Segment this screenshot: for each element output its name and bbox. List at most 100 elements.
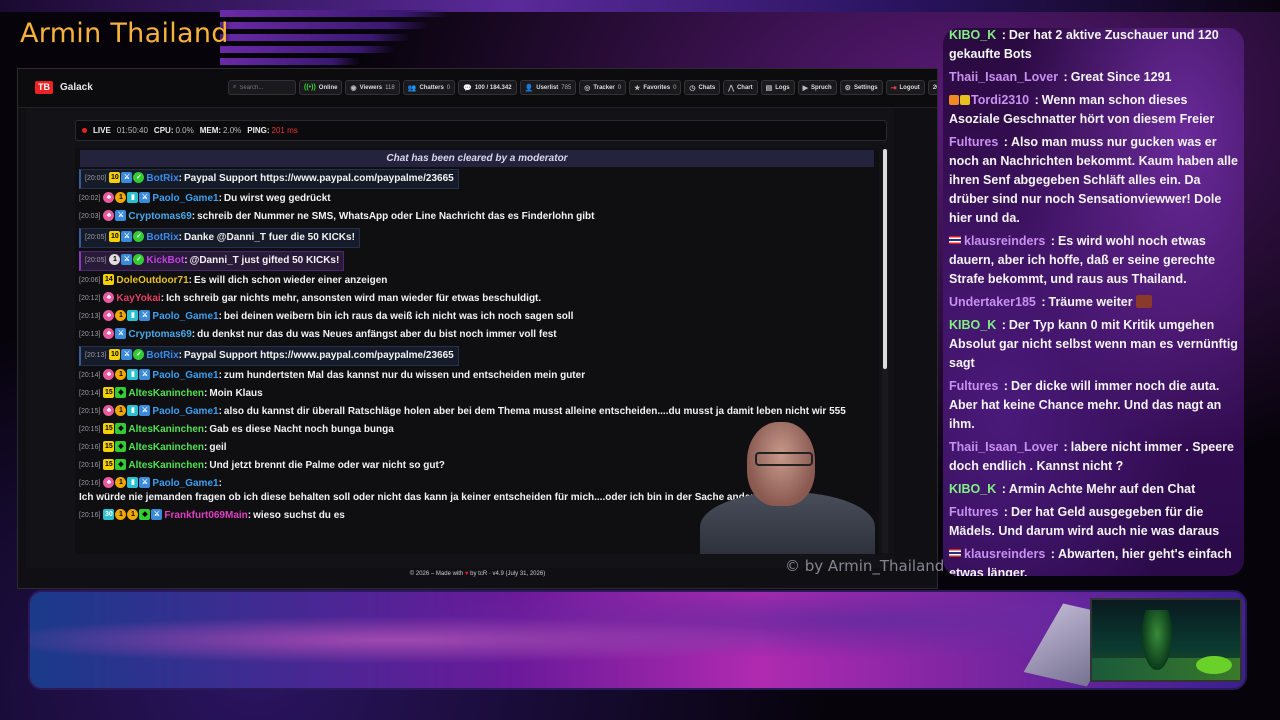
- nav-button-logs[interactable]: ▤ Logs: [760, 80, 795, 95]
- brand-name[interactable]: Galack: [60, 82, 93, 93]
- overlay-chat-list: KIBO_K : Der hat 2 aktive Zuschauer und 1…: [949, 28, 1241, 576]
- verify-badge-icon: ✓: [133, 254, 145, 265]
- overlay-chat-message: klausreinders : Abwarten, hier geht's ein…: [949, 545, 1241, 576]
- nav-button-online[interactable]: ((•)) Online: [299, 80, 343, 95]
- og-badge-icon: 1: [115, 405, 127, 416]
- message-username[interactable]: BotRix: [146, 172, 182, 186]
- cyan-badge-icon: ▮: [127, 405, 139, 416]
- scrollbar-thumb[interactable]: [883, 149, 887, 369]
- stream-watermark: © by Armin_Thailand: [785, 557, 945, 575]
- user-badges: ♣ 1 ▮ ⚔: [103, 477, 151, 488]
- overlay-chat-message: Thaii_Isaan_Lover : Great Since 1291: [949, 68, 1241, 87]
- message-username[interactable]: KayYokai: [116, 292, 164, 306]
- overlay-username: KIBO_K: [949, 482, 997, 496]
- overlay-message-text: Träume weiter: [1048, 295, 1133, 309]
- message-timestamp: [20:13]: [79, 313, 101, 320]
- nav-button-eye[interactable]: ◉ Viewers 118: [345, 80, 400, 95]
- search-box[interactable]: ⌕: [228, 80, 296, 95]
- nav-button-count: 0: [673, 84, 677, 91]
- lvl-badge-icon: 14: [103, 274, 115, 285]
- message-username[interactable]: KickBot: [146, 254, 187, 268]
- verify-badge-icon: ✓: [133, 172, 145, 183]
- user-badges: 14: [103, 274, 115, 285]
- nav-button-label: Viewers: [359, 84, 383, 91]
- message-username[interactable]: AltesKaninchen: [128, 387, 207, 401]
- nav-button-clock[interactable]: ◷ Chats: [684, 80, 721, 95]
- overlay-username: Undertaker185: [949, 295, 1036, 309]
- message-username[interactable]: AltesKaninchen: [128, 459, 207, 473]
- nav-button-label: Online: [318, 84, 338, 91]
- message-username[interactable]: BotRix: [146, 349, 182, 363]
- chat-scrollbar[interactable]: [882, 149, 888, 553]
- sub-badge-icon: 10: [109, 172, 121, 183]
- chat-message: [20:14]15◆AltesKaninchenMoin Klaus: [75, 385, 879, 403]
- chat-message: [20:00]10⚔✓BotRixPaypal Support https://…: [79, 169, 459, 189]
- cpu-label: CPU:: [153, 126, 174, 135]
- nav-button-spruch[interactable]: ▶ Spruch: [797, 80, 837, 95]
- stream-top-bar: [0, 0, 1280, 12]
- nav-button-label: Settings: [853, 84, 878, 91]
- chat-cleared-notice: Chat has been cleared by a moderator: [80, 150, 874, 167]
- message-username[interactable]: Cryptomas69: [128, 210, 195, 224]
- nav-button-tracker[interactable]: ◎ Tracker 0: [579, 80, 627, 95]
- nav-button-user[interactable]: 👤 Userlist 785: [519, 80, 577, 95]
- user-badges: ♣ 1 ▮ ⚔: [103, 369, 151, 380]
- chat-message: [20:13]♣1▮⚔Paolo_Game1bei deinen weibern…: [75, 308, 879, 326]
- separator: :: [1000, 135, 1008, 149]
- message-username[interactable]: Frankfurt069Main: [164, 509, 251, 523]
- message-text: zum hundertsten Mal das kannst nur du wi…: [223, 370, 586, 381]
- mod-badge-icon: ⚔: [115, 210, 127, 221]
- search-icon: ⌕: [233, 84, 237, 90]
- overlay-username: Fultures: [949, 505, 999, 519]
- user-badges: 15 ◆: [103, 441, 127, 452]
- nav-button-gear[interactable]: ⚙ Settings: [839, 80, 883, 95]
- nav-button-label: Favorites: [643, 84, 671, 91]
- message-username[interactable]: Paolo_Game1: [152, 310, 222, 324]
- og-badge-icon: 1: [115, 477, 127, 488]
- message-text: Moin Klaus: [209, 388, 263, 399]
- message-username[interactable]: AltesKaninchen: [128, 423, 207, 437]
- message-username[interactable]: BotRix: [146, 231, 182, 245]
- brand-logo[interactable]: TB: [35, 81, 53, 94]
- cyan-badge-icon: ▮: [127, 310, 139, 321]
- user-badges: 10 ⚔ ✓: [109, 231, 145, 242]
- message-username[interactable]: Paolo_Game1: [152, 192, 222, 206]
- nav-button-label: Logs: [775, 84, 790, 91]
- overlay-username: Fultures: [949, 135, 999, 149]
- message-timestamp: [20:12]: [79, 295, 101, 302]
- message-username[interactable]: Cryptomas69: [128, 328, 195, 342]
- og-badge-icon: 1: [115, 509, 127, 520]
- mod-badge-icon: ⚔: [139, 192, 151, 203]
- message-username[interactable]: Paolo_Game1: [152, 405, 222, 419]
- nav-button-users[interactable]: 👥 Chatters 0: [402, 80, 456, 95]
- gift-badge-icon: ♣: [103, 292, 115, 303]
- og-badge-icon: 1: [115, 192, 127, 203]
- message-username[interactable]: DoleOutdoor71: [116, 274, 192, 288]
- mod-badge-icon: ⚔: [139, 405, 151, 416]
- sub-badge-icon: 10: [109, 231, 121, 242]
- message-timestamp: [20:16]: [79, 444, 101, 451]
- ping-value: 201 ms: [271, 126, 298, 135]
- chat-icon: 💬: [463, 84, 472, 92]
- app-navbar: TB Galack ⌕ ((•))Online◉Viewers118👥Chatt…: [18, 69, 937, 108]
- lvl-badge-icon: 15: [103, 441, 115, 452]
- overlay-chat-message: Fultures : Also man muss nur gucken was e…: [949, 133, 1241, 228]
- nav-button-chart[interactable]: ⋀ Chart: [723, 80, 758, 95]
- message-username[interactable]: Paolo_Game1: [152, 477, 222, 491]
- mod-badge-icon: ⚔: [139, 369, 151, 380]
- green-badge-icon: ◆: [139, 509, 151, 520]
- search-input[interactable]: [239, 84, 290, 91]
- nav-button-chat[interactable]: 💬 100 / 184.342: [458, 80, 517, 95]
- message-username[interactable]: Paolo_Game1: [152, 369, 222, 383]
- chat-message: [20:13]♣⚔Cryptomas69du denkst nur das du…: [75, 326, 879, 344]
- chat-message: [20:02]♣1▮⚔Paolo_Game1Du wirst weg gedrü…: [75, 190, 879, 208]
- nav-button-label: 100 / 184.342: [474, 84, 512, 91]
- separator: :: [1000, 379, 1008, 393]
- nav-button-star[interactable]: ★ Favorites 0: [629, 80, 682, 95]
- message-username[interactable]: AltesKaninchen: [128, 441, 207, 455]
- eye-icon: ◉: [350, 84, 357, 92]
- star-icon: ★: [634, 84, 641, 92]
- nav-button-label: Tracker: [593, 84, 615, 91]
- nav-button-logout[interactable]: ⇥ Logout: [885, 80, 925, 95]
- mod-badge-icon: ⚔: [121, 349, 133, 360]
